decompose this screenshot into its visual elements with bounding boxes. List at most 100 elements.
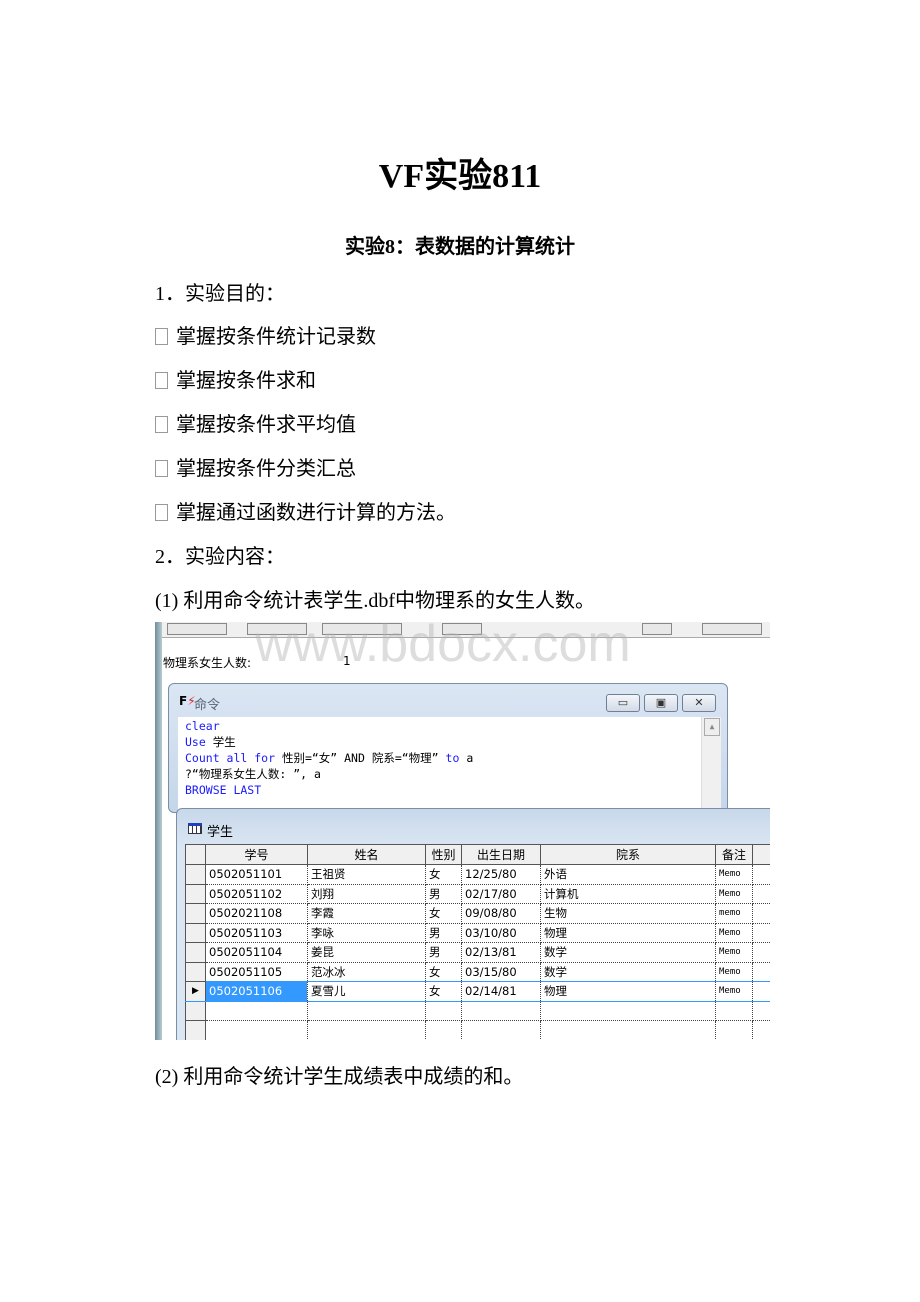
table-cell[interactable]: 外语: [540, 864, 716, 885]
table-cell[interactable]: Memo: [715, 962, 753, 982]
table-cell[interactable]: [752, 903, 770, 924]
code-token: Use: [185, 735, 206, 749]
table-cell[interactable]: 0502051105: [205, 962, 308, 982]
table-cell[interactable]: Memo: [715, 884, 753, 904]
table-cell[interactable]: [307, 1020, 426, 1040]
table-cell[interactable]: [752, 962, 770, 982]
column-header[interactable]: 出生日期: [461, 844, 541, 865]
table-cell[interactable]: [752, 1020, 770, 1040]
table-cell[interactable]: 数学: [540, 942, 716, 963]
command-line: Use 学生: [185, 734, 714, 750]
table-row[interactable]: 0502051101 王祖贤女 12/25/80 外语 Memo: [185, 864, 770, 885]
table-cell[interactable]: memo: [715, 903, 753, 924]
row-indicator[interactable]: [185, 864, 206, 885]
table-cell[interactable]: 09/08/80: [461, 903, 541, 924]
table-cell[interactable]: 范冰冰: [307, 962, 426, 982]
table-cell[interactable]: 0502051101: [205, 864, 308, 885]
toolbar-button[interactable]: [642, 623, 672, 635]
table-cell[interactable]: Memo: [715, 923, 753, 943]
row-indicator[interactable]: [185, 942, 206, 963]
table-cell[interactable]: 李咏: [307, 923, 426, 943]
table-row[interactable]: 0502051103 李咏男 03/10/80 物理 Memo: [185, 922, 770, 943]
toolbar-button[interactable]: [702, 623, 762, 635]
column-header[interactable]: 学号: [205, 844, 308, 865]
table-cell[interactable]: 0502051102: [205, 884, 308, 904]
table-cell[interactable]: [540, 1001, 716, 1021]
maximize-button[interactable]: ▣: [644, 694, 678, 712]
row-indicator[interactable]: [185, 1000, 206, 1021]
table-cell[interactable]: 03/10/80: [461, 923, 541, 943]
close-button[interactable]: ✕: [682, 694, 716, 712]
table-cell[interactable]: [307, 1001, 426, 1021]
command-editor[interactable]: clear Use 学生 Count all for 性别=“女” AND 院系=“…: [178, 717, 721, 812]
vertical-scrollbar[interactable]: ▲: [701, 717, 721, 812]
table-cell[interactable]: [425, 1020, 462, 1040]
table-cell[interactable]: 生物: [540, 903, 716, 924]
table-cell[interactable]: 女: [425, 903, 462, 924]
table-cell[interactable]: 0502021108: [205, 903, 308, 924]
column-header[interactable]: 姓名: [307, 844, 426, 865]
table-cell[interactable]: 姜昆: [307, 942, 426, 963]
table-cell[interactable]: 男: [425, 923, 462, 943]
table-cell[interactable]: 刘翔: [307, 884, 426, 904]
table-cell[interactable]: 女: [425, 962, 462, 982]
toolbar-button[interactable]: [167, 623, 227, 635]
table-cell[interactable]: [752, 981, 770, 1002]
table-row[interactable]: ▶ 0502051106 夏雪儿女 02/14/81 物理 Memo: [185, 981, 770, 1002]
column-header[interactable]: 备注: [715, 844, 753, 865]
table-cell[interactable]: 男: [425, 942, 462, 963]
scroll-up-arrow-icon[interactable]: ▲: [704, 718, 720, 736]
table-cell[interactable]: [752, 864, 770, 885]
table-cell[interactable]: 0502051103: [205, 923, 308, 943]
table-cell[interactable]: 女: [425, 981, 462, 1002]
table-cell[interactable]: Memo: [715, 981, 753, 1002]
table-cell[interactable]: [752, 923, 770, 943]
table-row[interactable]: 0502051102 刘翔男 02/17/80 计算机 Memo: [185, 883, 770, 904]
minimize-button[interactable]: ▭: [606, 694, 640, 712]
row-indicator[interactable]: [185, 883, 206, 904]
table-cell[interactable]: [461, 1020, 541, 1040]
table-cell[interactable]: 0502051106: [205, 981, 308, 1002]
table-cell[interactable]: Memo: [715, 942, 753, 963]
table-cell[interactable]: 12/25/80: [461, 864, 541, 885]
table-row[interactable]: [185, 1020, 770, 1040]
table-cell[interactable]: [540, 1020, 716, 1040]
row-indicator[interactable]: [185, 1020, 206, 1040]
table-cell[interactable]: 王祖贤: [307, 864, 426, 885]
table-cell[interactable]: 男: [425, 884, 462, 904]
table-cell[interactable]: 李霞: [307, 903, 426, 924]
row-indicator[interactable]: [185, 903, 206, 924]
table-cell[interactable]: 02/14/81: [461, 981, 541, 1002]
table-cell[interactable]: [752, 1001, 770, 1021]
table-cell[interactable]: 物理: [540, 981, 716, 1002]
column-header[interactable]: 院系: [540, 844, 716, 865]
table-cell[interactable]: [425, 1001, 462, 1021]
table-row[interactable]: 0502021108 李霞女 09/08/80 生物 memo: [185, 903, 770, 924]
table-cell[interactable]: [752, 884, 770, 904]
table-cell[interactable]: 女: [425, 864, 462, 885]
column-header[interactable]: 性别: [425, 844, 462, 865]
current-row-pointer-icon[interactable]: ▶: [185, 981, 206, 1002]
table-cell[interactable]: [715, 1020, 753, 1040]
table-cell[interactable]: [752, 942, 770, 963]
table-cell[interactable]: [715, 1001, 753, 1021]
row-indicator[interactable]: [185, 961, 206, 982]
table-row[interactable]: 0502051105 范冰冰女 03/15/80 数学 Memo: [185, 961, 770, 982]
table-cell[interactable]: Memo: [715, 864, 753, 885]
table-cell[interactable]: 数学: [540, 962, 716, 982]
table-cell[interactable]: 计算机: [540, 884, 716, 904]
table-cell[interactable]: [461, 1001, 541, 1021]
table-cell[interactable]: 02/17/80: [461, 884, 541, 904]
table-cell[interactable]: 02/13/81: [461, 942, 541, 963]
row-indicator[interactable]: [185, 922, 206, 943]
table-cell[interactable]: [205, 1020, 308, 1040]
bullet-item: 掌握按条件分类汇总: [155, 452, 356, 481]
table-cell[interactable]: 夏雪儿: [307, 981, 426, 1002]
table-cell[interactable]: 0502051104: [205, 942, 308, 963]
table-row[interactable]: 0502051104 姜昆男 02/13/81 数学 Memo: [185, 942, 770, 963]
table-row[interactable]: [185, 1000, 770, 1021]
table-cell[interactable]: 03/15/80: [461, 962, 541, 982]
command-line: ?“物理系女生人数: ”, a: [185, 766, 714, 782]
table-cell[interactable]: 物理: [540, 923, 716, 943]
table-cell[interactable]: [205, 1001, 308, 1021]
